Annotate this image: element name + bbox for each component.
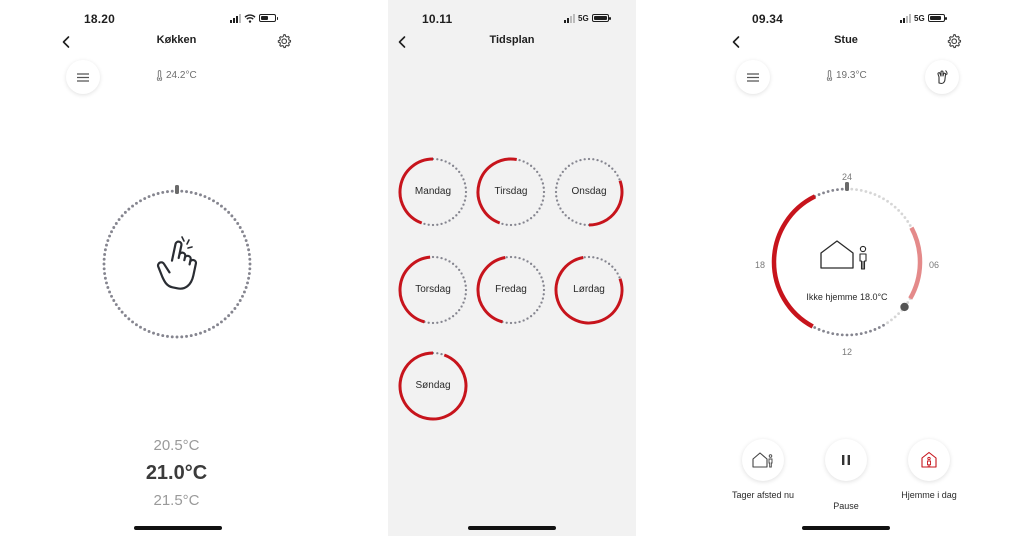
day-button-1[interactable]: Tirsdag — [476, 157, 546, 227]
day-label: Mandag — [414, 186, 452, 197]
flame-hand-icon — [937, 70, 948, 85]
day-button-4[interactable]: Fredag — [476, 255, 546, 325]
day-button-0[interactable]: Mandag — [398, 157, 468, 227]
gear-icon[interactable] — [276, 33, 292, 49]
temperature-dial[interactable] — [98, 184, 258, 344]
pause-button[interactable] — [825, 439, 867, 481]
away-period-arc — [771, 194, 816, 329]
dial-label-left: 18 — [755, 260, 766, 270]
menu-button[interactable] — [736, 60, 770, 94]
dial-dots — [102, 189, 252, 339]
leaving-now-label: Tager afsted nu — [731, 490, 795, 500]
dial-top-marker[interactable] — [845, 182, 849, 191]
network-type: 5G — [914, 13, 925, 23]
temperature-option-below[interactable]: 21.5°C — [0, 488, 353, 513]
dial-current-handle[interactable] — [900, 302, 909, 312]
dial-status-text: Ikke hjemme 18.0°C — [806, 292, 888, 302]
status-icons — [230, 12, 278, 24]
schedule-screen: 10.11 5G Tidsplan Mandag Tirsdag Onsdag Tor… — [388, 0, 636, 536]
thermometer-icon — [156, 70, 163, 81]
room-temperature: 24.2°C — [156, 70, 197, 81]
day-label: Fredag — [495, 284, 527, 295]
home-indicator — [134, 526, 222, 530]
battery-icon — [259, 14, 278, 22]
status-icons: 5G — [900, 12, 947, 24]
day-label: Tirsdag — [494, 186, 528, 197]
status-time: 10.11 — [422, 12, 453, 26]
living-room-screen: 09.34 5G Stue 19.3°C 24 06 12 18 Ikke hj… — [668, 0, 1024, 536]
signal-icon — [900, 13, 911, 23]
menu-icon — [77, 72, 89, 82]
gear-icon[interactable] — [946, 33, 962, 49]
day-button-3[interactable]: Torsdag — [398, 255, 468, 325]
day-label: Søndag — [415, 380, 451, 391]
kitchen-screen: 18.20 Køkken 24.2°C 20.5°C 21.0°C 21.5°C — [0, 0, 353, 536]
status-time: 09.34 — [752, 12, 784, 26]
tap-hand-icon — [156, 236, 197, 290]
home-indicator — [468, 526, 556, 530]
pause-label: Pause — [833, 501, 859, 511]
dial-label-top: 24 — [842, 172, 853, 182]
page-title: Tidsplan — [489, 34, 535, 46]
page-title: Stue — [834, 34, 858, 46]
leaving-home-icon — [752, 452, 773, 468]
day-button-5[interactable]: Lørdag — [554, 255, 624, 325]
dial-label-right: 06 — [929, 260, 940, 270]
battery-icon — [591, 14, 611, 22]
day-label: Torsdag — [415, 284, 451, 295]
signal-icon — [564, 13, 575, 23]
day-label: Onsdag — [571, 186, 607, 197]
dial-label-bottom: 12 — [842, 347, 853, 357]
page-title: Køkken — [156, 34, 197, 46]
wifi-icon — [244, 13, 256, 23]
scheduled-period-arc — [908, 226, 923, 300]
day-button-2[interactable]: Onsdag — [554, 157, 624, 227]
signal-icon — [230, 13, 241, 23]
dial-marker[interactable] — [175, 185, 179, 194]
temperature-picker[interactable]: 20.5°C 21.0°C 21.5°C — [0, 433, 353, 513]
status-time: 18.20 — [84, 12, 116, 26]
network-type: 5G — [578, 13, 589, 23]
temperature-option-selected[interactable]: 21.0°C — [0, 458, 353, 488]
room-temperature-value: 24.2°C — [166, 70, 197, 81]
menu-button[interactable] — [66, 60, 100, 94]
room-temperature-value: 19.3°C — [836, 70, 867, 81]
boost-button[interactable] — [925, 60, 959, 94]
home-today-icon — [921, 451, 937, 468]
house-away-icon — [820, 240, 867, 270]
home-today-button[interactable] — [908, 439, 950, 481]
pause-icon — [842, 455, 850, 465]
room-temperature: 19.3°C — [826, 70, 867, 81]
day-label: Lørdag — [573, 284, 605, 295]
status-icons: 5G — [564, 12, 611, 24]
menu-icon — [747, 72, 759, 82]
day-button-6[interactable]: Søndag — [398, 351, 468, 421]
battery-icon — [927, 14, 947, 22]
home-today-label: Hjemme i dag — [901, 490, 957, 500]
home-indicator — [802, 526, 890, 530]
schedule-dial[interactable] — [762, 172, 932, 342]
leaving-now-button[interactable] — [742, 439, 784, 481]
temperature-option-above[interactable]: 20.5°C — [0, 433, 353, 458]
thermometer-icon — [826, 70, 833, 81]
